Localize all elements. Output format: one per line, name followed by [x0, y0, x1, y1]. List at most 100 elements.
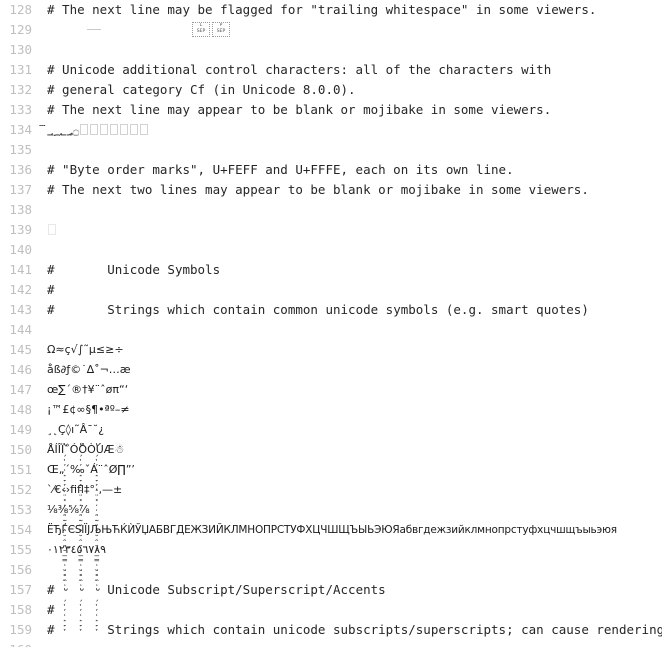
- line-number: 145: [9, 342, 32, 357]
- line-number: 129: [9, 22, 32, 37]
- line-number: 131: [9, 62, 32, 77]
- line-number: 156: [9, 562, 32, 577]
- line-number: 134: [9, 122, 32, 137]
- line-content: ⅛⅜⅝⅞: [47, 503, 90, 516]
- code-line: 151 Œ„´‰ˇÁ¨ˆØ∏”’: [0, 460, 662, 480]
- line-content: ؀؁؂؃۝܏: [47, 120, 662, 141]
- code-line: 144: [0, 320, 662, 340]
- line-content: #: [47, 602, 55, 617]
- line-content: Œ„´‰ˇÁ¨ˆØ∏”’: [47, 463, 135, 476]
- line-content: # Unicode Subscript/Superscript/Accents: [47, 582, 386, 597]
- code-line: 146 åß∂ƒ©˙∆˚¬…æ: [0, 360, 662, 380]
- control-picture-icon: L SEP: [192, 22, 210, 37]
- line-content: # The next two lines may appear to be bl…: [47, 182, 589, 197]
- line-number: 149: [9, 422, 32, 437]
- arabic-number-sign: ؀؁؂؃۝܏: [47, 124, 80, 137]
- line-content: Ω≈ç√∫˜µ≤≥÷: [47, 343, 124, 356]
- line-number: 147: [9, 382, 32, 397]
- line-number: 153: [9, 502, 32, 517]
- byte-order-mark-box-icon: [48, 224, 56, 235]
- code-line: 130: [0, 40, 662, 60]
- line-content: # Unicode Symbols: [47, 262, 221, 277]
- line-content: ÅÍÎÏ˝ÓÔÒÚÆ☃: [47, 443, 125, 456]
- line-number: 160: [0, 640, 32, 647]
- line-number: 155: [9, 542, 32, 557]
- line-content: œ∑´®†¥¨ˆøπ“‘: [47, 383, 129, 396]
- line-number: 146: [9, 362, 32, 377]
- code-line: 131 # Unicode additional control characte…: [0, 60, 662, 80]
- line-number: 150: [9, 442, 32, 457]
- line-content: åß∂ƒ©˙∆˚¬…æ: [47, 363, 131, 376]
- line-content: # Strings which contain unicode subscrip…: [47, 622, 662, 637]
- code-line: 145 Ω≈ç√∫˜µ≤≥÷: [0, 340, 662, 360]
- code-line: 141 # Unicode Symbols: [0, 260, 662, 280]
- code-line: 153 ⅛⅜⅝⅞: [0, 500, 662, 520]
- code-line: 129 L SEP P SEP: [0, 20, 662, 40]
- code-line: 142 #: [0, 280, 662, 300]
- line-content: L SEP P SEP: [47, 20, 662, 40]
- line-number: 138: [9, 202, 32, 217]
- line-number: 158: [9, 602, 32, 617]
- code-line: 149 ¸˛Ç◊ı˜Â¯˘¿: [0, 420, 662, 440]
- line-number: 159: [9, 622, 32, 637]
- code-line: 139: [0, 220, 662, 240]
- line-number: 143: [9, 302, 32, 317]
- line-content: # The next line may appear to be blank o…: [47, 102, 552, 117]
- line-content: # Unicode additional control characters:…: [47, 62, 552, 77]
- line-number: 152: [9, 482, 32, 497]
- code-line: 159 # Strings which contain unicode subsc…: [0, 620, 662, 640]
- code-line: 147 œ∑´®†¥¨ˆøπ“‘: [0, 380, 662, 400]
- code-line: 128 # The next line may be flagged for "t…: [0, 0, 662, 20]
- code-line: 137 # The next two lines may appear to be…: [0, 180, 662, 200]
- code-line: 148 ¡™£¢∞§¶•ªº–≠: [0, 400, 662, 420]
- line-content: #: [47, 282, 55, 297]
- code-line: 155 ٠١٢٣٤٥٦٧٨٩: [0, 540, 662, 560]
- missing-glyph-box-icon: [80, 124, 89, 135]
- code-line: 134 ؀؁؂؃۝܏: [0, 120, 662, 140]
- line-content: # The next line may be flagged for "trai…: [47, 2, 597, 17]
- code-line: 150 ÅÍÎÏ˝ÓÔÒÚÆ☃: [0, 440, 662, 460]
- code-line: 156: [0, 560, 662, 580]
- line-content: # Strings which contain common unicode s…: [47, 302, 589, 317]
- line-content: ЁЂЃЄЅІЇЈЉЊЋЌЍЎЏАБВГДЕЖЗИЙКЛМНОПРСТУФХЦЧШ…: [47, 524, 617, 536]
- code-line: 160: [0, 640, 662, 647]
- code-line: 152 `⁄€‹›ﬁﬂ‡°·‚—±: [0, 480, 662, 500]
- code-text-viewer[interactable]: 128 # The next line may be flagged for "t…: [0, 0, 662, 647]
- missing-glyph-box-icon: [140, 124, 149, 135]
- line-number: 130: [9, 42, 32, 57]
- line-content: ¡™£¢∞§¶•ªº–≠: [47, 403, 130, 416]
- line-number: 148: [9, 402, 32, 417]
- line-number: 151: [9, 462, 32, 477]
- code-line: 133 # The next line may appear to be blan…: [0, 100, 662, 120]
- code-line: 138: [0, 200, 662, 220]
- code-line: 143 # Strings which contain common unicod…: [0, 300, 662, 320]
- line-number: 139: [9, 222, 32, 237]
- line-content: # "Byte order marks", U+FEFF and U+FFFE,…: [47, 162, 514, 177]
- line-number: 157: [9, 582, 32, 597]
- whitespace-dash-icon: [87, 29, 101, 30]
- control-picture-icon: P SEP: [212, 22, 230, 37]
- line-number: 132: [9, 82, 32, 97]
- line-number: 135: [9, 142, 32, 157]
- code-line: 132 # general category Cf (in Unicode 8.0…: [0, 80, 662, 100]
- line-number: 144: [9, 322, 32, 337]
- missing-glyph-box-icon: [120, 124, 129, 135]
- missing-glyph-box-icon: [90, 124, 99, 135]
- line-number: 141: [9, 262, 32, 277]
- line-number: 128: [9, 2, 32, 17]
- line-content: `⁄€‹›ﬁﬂ‡°·‚—±: [47, 483, 123, 496]
- missing-glyph-box-icon: [130, 124, 139, 135]
- code-line: 136 # "Byte order marks", U+FEFF and U+FF…: [0, 160, 662, 180]
- line-number: 133: [9, 102, 32, 117]
- line-content: [47, 220, 662, 240]
- line-content: ¸˛Ç◊ı˜Â¯˘¿: [47, 423, 105, 436]
- line-content: # general category Cf (in Unicode 8.0.0)…: [47, 82, 356, 97]
- line-number: 137: [9, 182, 32, 197]
- code-line: 157 # Unicode Subscript/Superscript/Accen…: [0, 580, 662, 600]
- line-number: 142: [9, 282, 32, 297]
- line-content: ٠١٢٣٤٥٦٧٨٩: [47, 543, 107, 556]
- line-number: 140: [9, 242, 32, 257]
- code-line: 154 ЁЂЃЄЅІЇЈЉЊЋЌЍЎЏАБВГДЕЖЗИЙКЛМНОПРСТУФХ…: [0, 520, 662, 540]
- code-line: 140: [0, 240, 662, 260]
- missing-glyph-box-icon: [110, 124, 119, 135]
